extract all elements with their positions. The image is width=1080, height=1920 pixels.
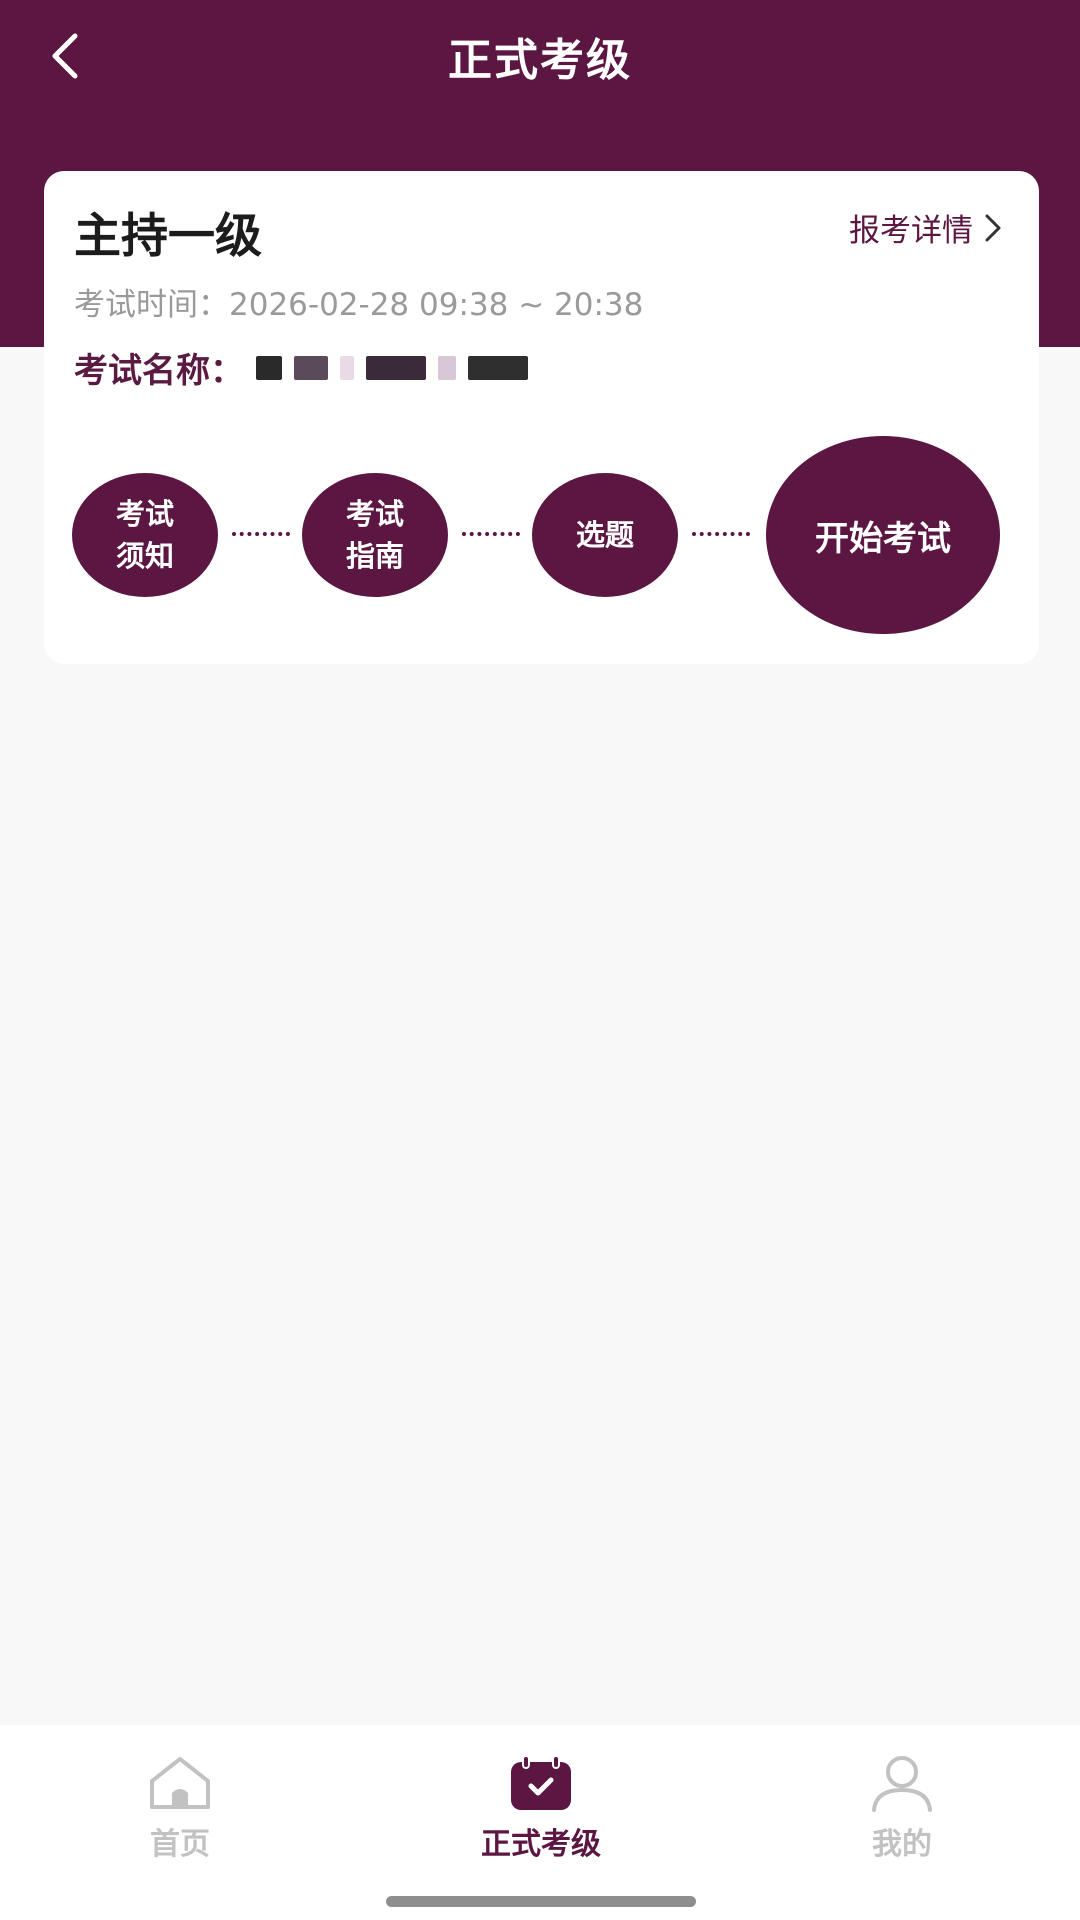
bottom-nav: 首页 正式考级 我的 [0,1725,1080,1920]
nav-item-home[interactable]: 首页 [60,1753,300,1873]
home-icon [146,1753,214,1813]
step-connector [692,532,750,538]
nav-label-home: 首页 [150,1827,210,1862]
exam-steps: 考试 须知 考试 指南 选题 开始考试 [44,171,1039,664]
nav-label-exam: 正式考级 [481,1827,601,1862]
start-exam-button[interactable]: 开始考试 [766,436,1000,634]
page-title: 正式考级 [448,35,632,86]
exam-card: 主持一级 报考详情 考试时间：2026-02-28 09:38 ~ 20:38 … [44,171,1039,664]
step-exam-notice-label: 考试 须知 [115,497,174,573]
step-connector [232,532,290,538]
step-exam-guide-label: 考试 指南 [345,497,404,573]
start-exam-label: 开始考试 [815,518,951,559]
nav-item-mine[interactable]: 我的 [782,1753,1022,1873]
nav-item-exam[interactable]: 正式考级 [421,1753,661,1873]
page: 正式考级 主持一级 报考详情 考试时间：2026-02-28 09:38 ~ 2… [0,0,1080,1920]
nav-label-mine: 我的 [872,1827,932,1862]
user-icon [868,1753,936,1813]
step-connector [462,532,520,538]
step-exam-guide[interactable]: 考试 指南 [302,473,448,597]
home-indicator [386,1896,696,1907]
step-select-topic[interactable]: 选题 [532,473,678,597]
calendar-check-icon [507,1753,575,1813]
step-select-topic-label: 选题 [575,518,634,552]
step-exam-notice[interactable]: 考试 须知 [72,473,218,597]
